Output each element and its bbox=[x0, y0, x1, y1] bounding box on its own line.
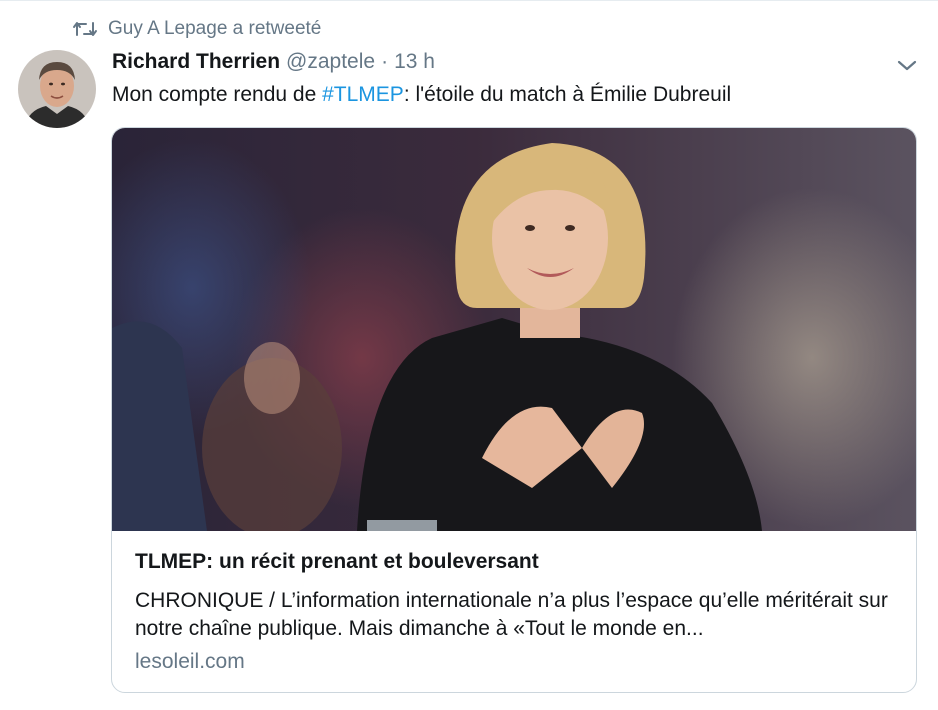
header-separator: · bbox=[381, 50, 389, 73]
card-image bbox=[112, 128, 916, 531]
top-divider bbox=[0, 0, 938, 1]
card-description: CHRONIQUE / L’information internationale… bbox=[135, 589, 888, 640]
avatar[interactable] bbox=[18, 50, 96, 128]
tweet-menu-button[interactable] bbox=[894, 54, 920, 76]
chevron-down-icon bbox=[897, 60, 917, 71]
author-name[interactable]: Richard Therrien bbox=[112, 50, 280, 74]
link-card[interactable]: TLMEP: un récit prenant et bouleversant … bbox=[111, 127, 917, 693]
tweet-header: Richard Therrien @zaptele · 13 h bbox=[112, 50, 435, 74]
tweet-timestamp[interactable]: 13 h bbox=[394, 50, 435, 74]
card-domain: lesoleil.com bbox=[135, 650, 245, 673]
card-title: TLMEP: un récit prenant et bouleversant bbox=[135, 550, 539, 573]
author-handle[interactable]: @zaptele bbox=[286, 50, 375, 74]
retweet-context[interactable]: Guy A Lepage a retweeté bbox=[72, 18, 321, 40]
tweet-text-end: : l'étoile du match à Émilie Dubreuil bbox=[403, 83, 732, 106]
retweet-text: Guy A Lepage a retweeté bbox=[108, 18, 322, 39]
tweet-text-start: Mon compte rendu de bbox=[112, 83, 323, 106]
tweet-text: Mon compte rendu de #TLMEP: l'étoile du … bbox=[112, 83, 731, 107]
hashtag-link[interactable]: #TLMEP bbox=[322, 83, 404, 106]
retweet-icon bbox=[73, 22, 97, 36]
